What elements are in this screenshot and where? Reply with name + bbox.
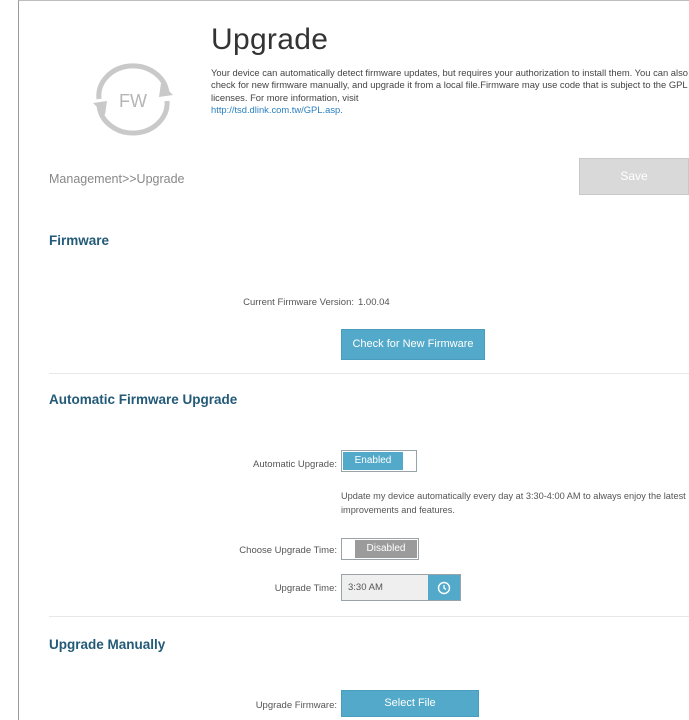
divider [49,373,689,374]
section-title-upgrade-manually: Upgrade Manually [49,637,166,652]
page-description: Your device can automatically detect fir… [211,67,689,117]
description-text: Your device can automatically detect fir… [211,67,689,103]
section-title-auto-upgrade: Automatic Firmware Upgrade [49,392,238,407]
upgrade-time-value: 3:30 AM [348,582,383,593]
upgrade-firmware-label: Upgrade Firmware: [255,700,337,711]
divider [49,616,689,617]
clock-icon[interactable] [428,575,460,600]
choose-upgrade-time-toggle[interactable]: Disabled [341,538,419,560]
breadcrumb: Management>>Upgrade [49,172,185,186]
auto-upgrade-hint: Update my device automatically every day… [341,491,686,515]
page-frame: FW Upgrade Your device can automatically… [18,0,689,720]
check-new-firmware-button[interactable]: Check for New Firmware [341,329,485,360]
fw-cycle-icon: FW [83,59,183,139]
toggle-state-enabled: Enabled [343,452,403,470]
page-title: Upgrade [211,23,329,56]
upgrade-time-field[interactable]: 3:30 AM [341,574,461,601]
current-firmware-label: Current Firmware Version: [243,297,354,308]
toggle-state-disabled: Disabled [355,540,417,558]
logo-text: FW [119,91,147,111]
upgrade-time-label: Upgrade Time: [274,583,337,594]
save-button[interactable]: Save [579,158,689,195]
automatic-upgrade-toggle[interactable]: Enabled [341,450,417,472]
section-title-firmware: Firmware [49,233,110,248]
gpl-link[interactable]: http://tsd.dlink.com.tw/GPL.asp. [211,104,343,115]
select-file-button[interactable]: Select File [341,690,479,717]
choose-upgrade-time-label: Choose Upgrade Time: [239,545,337,556]
automatic-upgrade-label: Automatic Upgrade: [253,459,337,470]
current-firmware-value: 1.00.04 [358,297,390,308]
